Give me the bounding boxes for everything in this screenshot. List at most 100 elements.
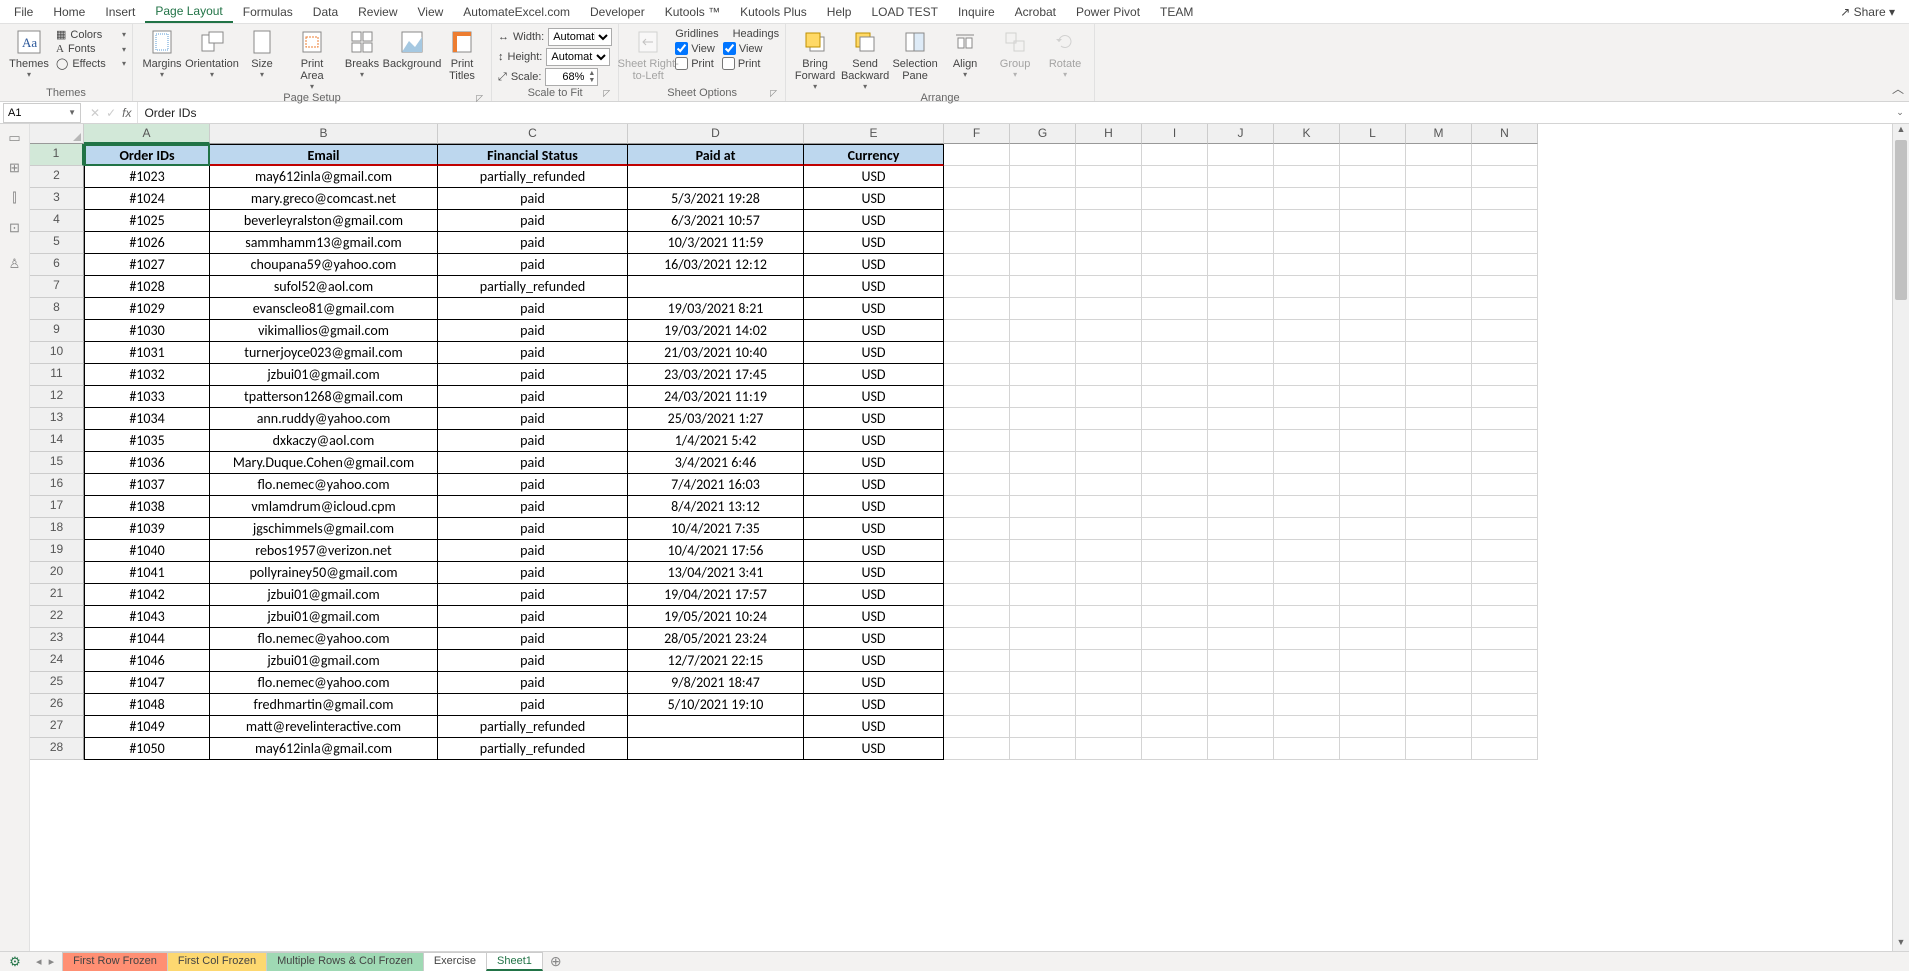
cell-B12[interactable]: tpatterson1268@gmail.com — [210, 386, 438, 408]
cell-B22[interactable]: jzbui01@gmail.com — [210, 606, 438, 628]
cell-G16[interactable] — [1010, 474, 1076, 496]
cell-M14[interactable] — [1406, 430, 1472, 452]
col-header-C[interactable]: C — [438, 124, 628, 144]
cell-D5[interactable]: 10/3/2021 11:59 — [628, 232, 804, 254]
cell-C11[interactable]: paid — [438, 364, 628, 386]
cell-D9[interactable]: 19/03/2021 14:02 — [628, 320, 804, 342]
cell-M16[interactable] — [1406, 474, 1472, 496]
cell-L9[interactable] — [1340, 320, 1406, 342]
col-header-A[interactable]: A — [84, 124, 210, 144]
cell-D19[interactable]: 10/4/2021 17:56 — [628, 540, 804, 562]
row-header-21[interactable]: 21 — [30, 584, 84, 606]
cell-F23[interactable] — [944, 628, 1010, 650]
col-header-D[interactable]: D — [628, 124, 804, 144]
col-header-F[interactable]: F — [944, 124, 1010, 144]
cell-E14[interactable]: USD — [804, 430, 944, 452]
row-header-25[interactable]: 25 — [30, 672, 84, 694]
cell-L10[interactable] — [1340, 342, 1406, 364]
row-header-23[interactable]: 23 — [30, 628, 84, 650]
row-header-10[interactable]: 10 — [30, 342, 84, 364]
cell-K22[interactable] — [1274, 606, 1340, 628]
cell-C26[interactable]: paid — [438, 694, 628, 716]
orientation-button[interactable]: Orientation▾ — [189, 26, 235, 79]
sheet-tab-first-col-frozen[interactable]: First Col Frozen — [167, 952, 267, 971]
cell-L17[interactable] — [1340, 496, 1406, 518]
cell-A7[interactable]: #1028 — [84, 276, 210, 298]
print-titles-button[interactable]: Print Titles — [439, 26, 485, 82]
print-area-button[interactable]: Print Area▾ — [289, 26, 335, 91]
cell-B26[interactable]: fredhmartin@gmail.com — [210, 694, 438, 716]
cell-H6[interactable] — [1076, 254, 1142, 276]
cell-C5[interactable]: paid — [438, 232, 628, 254]
cell-B8[interactable]: evanscleo81@gmail.com — [210, 298, 438, 320]
cell-H27[interactable] — [1076, 716, 1142, 738]
cell-B27[interactable]: matt@revelinteractive.com — [210, 716, 438, 738]
cell-J6[interactable] — [1208, 254, 1274, 276]
cell-E23[interactable]: USD — [804, 628, 944, 650]
cell-I18[interactable] — [1142, 518, 1208, 540]
rotate-button[interactable]: Rotate▾ — [1042, 26, 1088, 79]
cell-E7[interactable]: USD — [804, 276, 944, 298]
ribbon-tab-formulas[interactable]: Formulas — [233, 2, 303, 22]
cell-G1[interactable] — [1010, 144, 1076, 166]
cell-K7[interactable] — [1274, 276, 1340, 298]
cell-G4[interactable] — [1010, 210, 1076, 232]
cell-M7[interactable] — [1406, 276, 1472, 298]
cell-J26[interactable] — [1208, 694, 1274, 716]
cell-B14[interactable]: dxkaczy@aol.com — [210, 430, 438, 452]
cell-N9[interactable] — [1472, 320, 1538, 342]
cell-B5[interactable]: sammhamm13@gmail.com — [210, 232, 438, 254]
selection-pane-button[interactable]: Selection Pane — [892, 26, 938, 82]
cell-M13[interactable] — [1406, 408, 1472, 430]
cell-I26[interactable] — [1142, 694, 1208, 716]
cell-E20[interactable]: USD — [804, 562, 944, 584]
cell-D22[interactable]: 19/05/2021 10:24 — [628, 606, 804, 628]
cell-A3[interactable]: #1024 — [84, 188, 210, 210]
cell-G13[interactable] — [1010, 408, 1076, 430]
cell-D6[interactable]: 16/03/2021 12:12 — [628, 254, 804, 276]
cell-K25[interactable] — [1274, 672, 1340, 694]
cell-C4[interactable]: paid — [438, 210, 628, 232]
cell-G22[interactable] — [1010, 606, 1076, 628]
cell-H25[interactable] — [1076, 672, 1142, 694]
ribbon-tab-view[interactable]: View — [408, 2, 454, 22]
cell-E24[interactable]: USD — [804, 650, 944, 672]
cell-B7[interactable]: sufol52@aol.com — [210, 276, 438, 298]
row-header-1[interactable]: 1 — [30, 144, 84, 166]
cell-K4[interactable] — [1274, 210, 1340, 232]
cell-N4[interactable] — [1472, 210, 1538, 232]
cell-A27[interactable]: #1049 — [84, 716, 210, 738]
sheet-options-dialog-launcher[interactable]: ◸ — [770, 88, 777, 99]
cell-L28[interactable] — [1340, 738, 1406, 760]
cell-D4[interactable]: 6/3/2021 10:57 — [628, 210, 804, 232]
cell-C22[interactable]: paid — [438, 606, 628, 628]
cell-C24[interactable]: paid — [438, 650, 628, 672]
page-setup-dialog-launcher[interactable]: ◸ — [476, 93, 483, 104]
rail-icon-4[interactable]: ⊡ — [9, 220, 20, 236]
cell-K1[interactable] — [1274, 144, 1340, 166]
cell-B25[interactable]: flo.nemec@yahoo.com — [210, 672, 438, 694]
cell-M8[interactable] — [1406, 298, 1472, 320]
cell-G17[interactable] — [1010, 496, 1076, 518]
cell-M26[interactable] — [1406, 694, 1472, 716]
cell-F21[interactable] — [944, 584, 1010, 606]
cell-C7[interactable]: partially_refunded — [438, 276, 628, 298]
cell-N25[interactable] — [1472, 672, 1538, 694]
cell-N18[interactable] — [1472, 518, 1538, 540]
cell-A13[interactable]: #1034 — [84, 408, 210, 430]
row-header-3[interactable]: 3 — [30, 188, 84, 210]
col-header-E[interactable]: E — [804, 124, 944, 144]
sheet-rtl-button[interactable]: Sheet Right- to-Left — [625, 26, 671, 82]
ribbon-tab-acrobat[interactable]: Acrobat — [1005, 2, 1066, 22]
align-button[interactable]: Align▾ — [942, 26, 988, 79]
cell-J18[interactable] — [1208, 518, 1274, 540]
cell-K14[interactable] — [1274, 430, 1340, 452]
cell-K12[interactable] — [1274, 386, 1340, 408]
cell-L23[interactable] — [1340, 628, 1406, 650]
cell-I16[interactable] — [1142, 474, 1208, 496]
ribbon-tab-review[interactable]: Review — [348, 2, 407, 22]
cell-G12[interactable] — [1010, 386, 1076, 408]
cell-F8[interactable] — [944, 298, 1010, 320]
cell-M3[interactable] — [1406, 188, 1472, 210]
row-header-4[interactable]: 4 — [30, 210, 84, 232]
